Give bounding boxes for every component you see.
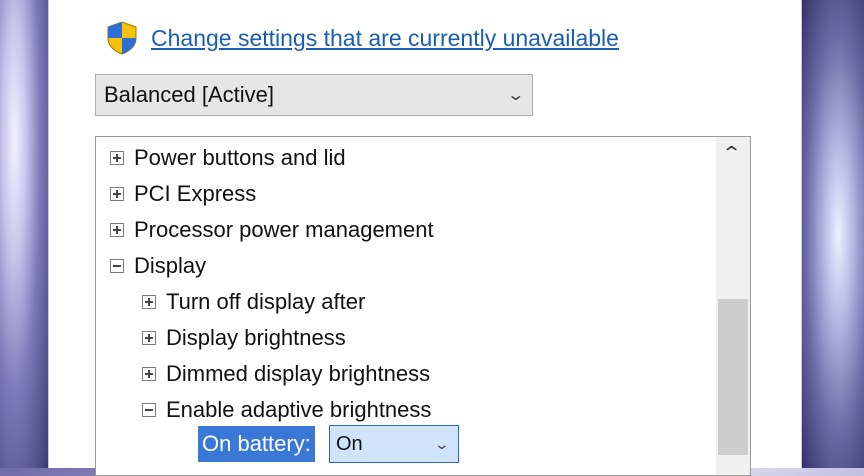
scrollbar-thumb[interactable]	[718, 299, 748, 455]
tree-item-label: Processor power management	[134, 217, 434, 242]
tree-item-label: Display	[134, 253, 207, 278]
chevron-down-icon: ⌄	[433, 435, 451, 452]
tree-item-display-brightness[interactable]: Display brightness	[142, 321, 346, 355]
tree-item-display[interactable]: Display	[110, 249, 206, 283]
minus-box-icon[interactable]	[110, 259, 124, 273]
tree-item-power-buttons[interactable]: Power buttons and lid	[110, 141, 346, 175]
on-battery-label: On battery:	[198, 426, 315, 462]
plus-box-icon[interactable]	[142, 295, 156, 309]
tree-item-label: Turn off display after	[166, 289, 366, 314]
uac-shield-icon	[107, 21, 137, 55]
tree-item-label: Enable adaptive brightness	[166, 397, 432, 422]
chevron-up-icon[interactable]: ⌃	[721, 143, 742, 164]
tree-item-pci-express[interactable]: PCI Express	[110, 177, 256, 211]
power-plan-dropdown[interactable]: Balanced [Active] ⌄	[95, 74, 533, 116]
tree-item-label: PCI Express	[134, 181, 257, 206]
minus-box-icon[interactable]	[142, 403, 156, 417]
power-options-window: Change settings that are currently unava…	[48, 0, 802, 476]
plus-box-icon[interactable]	[142, 367, 156, 381]
tree-item-label: Power buttons and lid	[134, 145, 346, 170]
tree-item-label: Display brightness	[166, 325, 346, 350]
chevron-down-icon: ⌄	[505, 87, 525, 104]
tree-item-turn-off-display[interactable]: Turn off display after	[142, 285, 365, 319]
tree-scrollbar[interactable]: ⌃	[716, 137, 750, 475]
tree-item-label: Dimmed display brightness	[166, 361, 431, 386]
tree-item-adaptive-brightness[interactable]: Enable adaptive brightness	[142, 393, 431, 427]
plus-box-icon[interactable]	[110, 223, 124, 237]
desktop-background-left	[0, 0, 48, 468]
tree-item-processor-power[interactable]: Processor power management	[110, 213, 434, 247]
on-battery-value: On	[336, 432, 363, 455]
change-settings-link-text[interactable]: Change settings that are currently unava…	[151, 25, 619, 52]
power-plan-selected: Balanced [Active]	[104, 82, 274, 107]
on-battery-dropdown[interactable]: On ⌄	[329, 425, 459, 463]
desktop-background-right	[800, 0, 864, 468]
tree-item-dimmed-brightness[interactable]: Dimmed display brightness	[142, 357, 430, 391]
plus-box-icon[interactable]	[110, 187, 124, 201]
plus-box-icon[interactable]	[110, 151, 124, 165]
advanced-settings-tree[interactable]: Power buttons and lid PCI Express Proces…	[95, 136, 751, 476]
change-settings-link[interactable]: Change settings that are currently unava…	[105, 20, 619, 56]
plus-box-icon[interactable]	[142, 331, 156, 345]
